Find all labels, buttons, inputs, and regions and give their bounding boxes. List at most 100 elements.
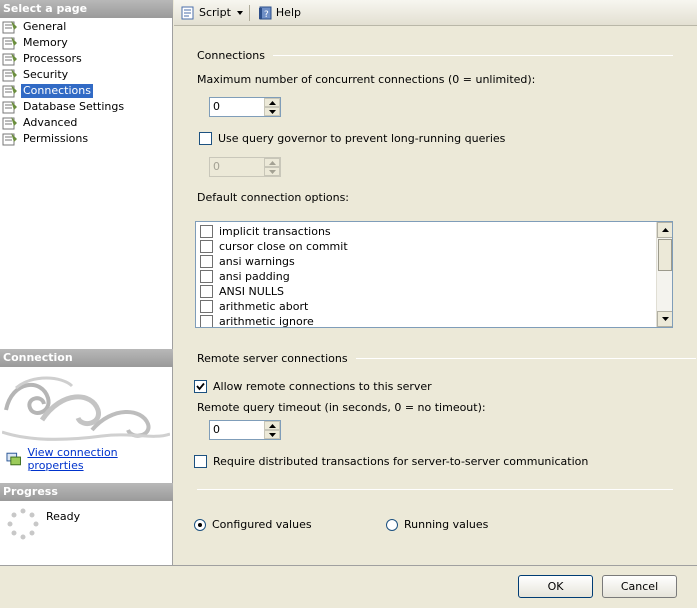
remote-group-label: Remote server connections [197,352,348,365]
query-governor-value: 0 [213,160,220,173]
default-connection-options-list[interactable]: implicit transactions cursor close on co… [195,221,673,328]
page-label: General [23,20,67,33]
require-distributed-row[interactable]: Require distributed transactions for ser… [194,455,588,468]
page-label: Security [23,68,69,81]
list-item[interactable]: ansi warnings [200,254,295,269]
configured-values-option[interactable]: Configured values [194,518,312,531]
page-icon [2,117,17,130]
query-governor-label: Use query governor to prevent long-runni… [218,132,506,145]
page-label: Connections [21,84,93,98]
page-item-permissions[interactable]: Permissions [2,131,170,147]
allow-remote-checkbox[interactable] [194,380,207,393]
page-item-database-settings[interactable]: Database Settings [2,99,170,115]
spin-down-icon [264,167,280,176]
running-values-label: Running values [404,518,489,531]
option-checkbox[interactable] [200,240,213,253]
query-governor-checkbox[interactable] [199,132,212,145]
page-icon [2,21,17,34]
page-icon [2,37,17,50]
list-item[interactable]: arithmetic abort [200,299,308,314]
list-item[interactable]: implicit transactions [200,224,331,239]
group-divider [272,55,673,56]
allow-remote-label: Allow remote connections to this server [213,380,432,393]
script-dropdown-arrow-icon[interactable] [236,10,243,15]
option-label: ansi warnings [219,255,295,268]
option-label: ANSI NULLS [219,285,284,298]
help-button[interactable]: ? Help [255,3,303,23]
option-checkbox[interactable] [200,255,213,268]
running-values-radio[interactable] [386,518,398,531]
check-mark-icon [196,382,205,391]
option-checkbox[interactable] [200,300,213,313]
page-icon [2,85,17,98]
option-checkbox[interactable] [200,285,213,298]
progress-header: Progress [0,483,173,501]
dialog-footer: OK Cancel [0,565,697,608]
max-connections-spinner[interactable]: 0 [209,97,281,117]
option-checkbox[interactable] [200,270,213,283]
remote-timeout-value[interactable]: 0 [210,421,264,439]
help-label: Help [275,6,301,19]
progress-spinner-icon [7,508,39,540]
page-item-general[interactable]: General [2,19,170,35]
require-distributed-checkbox[interactable] [194,455,207,468]
default-options-label: Default connection options: [197,191,350,204]
list-item[interactable]: cursor close on commit [200,239,348,254]
script-button[interactable]: Script [178,3,245,23]
divider [197,489,673,490]
configured-values-label: Configured values [212,518,312,531]
list-item[interactable]: ansi padding [200,269,290,284]
connection-header: Connection [0,349,173,367]
require-distributed-label: Require distributed transactions for ser… [213,455,589,468]
view-connection-properties-link[interactable]: View connection properties [27,446,172,472]
query-governor-row[interactable]: Use query governor to prevent long-runni… [199,132,505,145]
allow-remote-row[interactable]: Allow remote connections to this server [194,380,432,393]
options-scrollbar[interactable] [656,222,672,327]
option-label: ansi padding [219,270,290,283]
page-label: Memory [23,36,68,49]
scroll-up-icon[interactable] [657,222,672,238]
page-item-processors[interactable]: Processors [2,51,170,67]
scrollbar-thumb[interactable] [658,239,672,271]
page-label: Permissions [23,132,89,145]
toolbar: Script ? Help [174,0,697,26]
page-icon [2,101,17,114]
option-checkbox[interactable] [200,315,213,327]
spin-up-icon [264,158,280,167]
view-connection-properties[interactable]: View connection properties [6,446,172,472]
option-label: arithmetic abort [219,300,309,313]
connections-page: Connections Maximum number of concurrent… [174,27,697,565]
page-label: Advanced [23,116,78,129]
option-checkbox[interactable] [200,225,213,238]
running-values-option[interactable]: Running values [386,518,488,531]
page-icon [2,53,17,66]
remote-group-title: Remote server connections [197,352,696,365]
configured-values-radio[interactable] [194,518,206,531]
max-connections-label: Maximum number of concurrent connections… [197,73,536,86]
list-item[interactable]: ANSI NULLS [200,284,284,299]
page-label: Database Settings [23,100,125,113]
spin-up-icon[interactable] [264,98,280,107]
page-item-connections[interactable]: Connections [2,83,170,99]
option-label: arithmetic ignore [219,315,314,328]
page-item-memory[interactable]: Memory [2,35,170,51]
spin-down-icon[interactable] [264,430,280,439]
group-divider [355,358,696,359]
page-icon [2,69,17,82]
cancel-button[interactable]: Cancel [602,575,677,598]
remote-timeout-spinner[interactable]: 0 [209,420,281,440]
max-connections-value[interactable]: 0 [210,98,264,116]
ok-button[interactable]: OK [518,575,593,598]
spin-up-icon[interactable] [264,421,280,430]
list-item[interactable]: arithmetic ignore [200,314,314,328]
page-item-advanced[interactable]: Advanced [2,115,170,131]
remote-timeout-label: Remote query timeout (in seconds, 0 = no… [197,401,486,414]
page-label: Processors [23,52,82,65]
spin-down-icon[interactable] [264,107,280,116]
radio-selected-dot [198,522,202,527]
query-governor-spinner: 0 [209,157,281,177]
connections-group-label: Connections [197,49,265,62]
scroll-down-icon[interactable] [657,311,672,327]
script-label: Script [199,6,231,19]
page-item-security[interactable]: Security [2,67,170,83]
